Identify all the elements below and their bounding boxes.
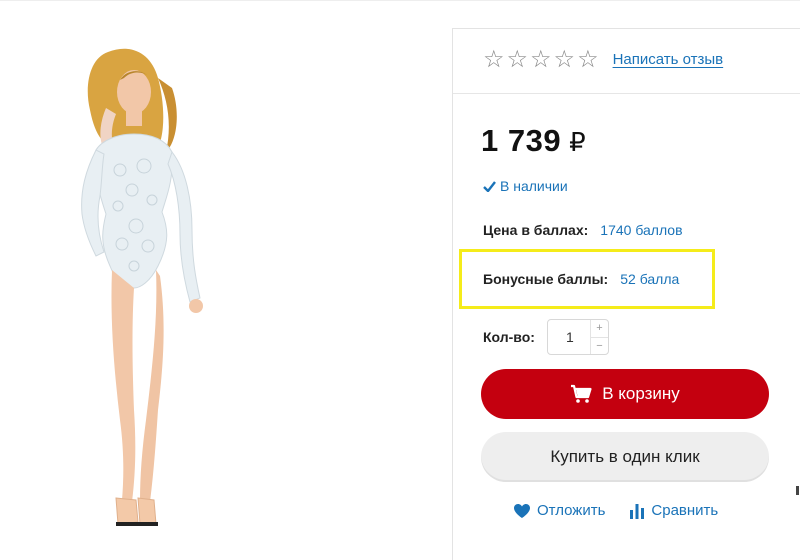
bonus-points-row: Бонусные баллы: 52 балла: [483, 271, 679, 287]
points-price-value: 1740 баллов: [600, 222, 683, 238]
bar-chart-icon: [630, 503, 645, 519]
quantity-row: Кол-во: 1 + −: [483, 319, 609, 355]
add-to-cart-label: В корзину: [602, 384, 680, 403]
price: 1 739 ₽: [481, 123, 586, 159]
cart-icon: [571, 384, 592, 403]
quantity-label: Кол-во:: [483, 329, 535, 345]
star-icon[interactable]: ☆: [554, 47, 576, 71]
product-image-area: [0, 0, 440, 560]
points-price-label: Цена в баллах:: [483, 222, 589, 238]
quantity-decrease-button[interactable]: −: [590, 337, 608, 354]
star-icon[interactable]: ☆: [483, 47, 505, 71]
star-icon[interactable]: ☆: [577, 47, 599, 71]
bonus-points-label: Бонусные баллы:: [483, 271, 609, 287]
compare-label: Сравнить: [651, 502, 719, 519]
compare-link[interactable]: Сравнить: [629, 502, 718, 519]
quantity-buttons: + −: [589, 320, 608, 354]
write-review-link[interactable]: Написать отзыв: [613, 51, 724, 68]
quantity-stepper[interactable]: 1 + −: [546, 319, 609, 355]
star-icon[interactable]: ☆: [530, 47, 552, 71]
check-icon: [483, 180, 496, 192]
rating-stars[interactable]: ☆ ☆ ☆ ☆ ☆: [483, 47, 599, 71]
points-price-row: Цена в баллах: 1740 баллов: [483, 222, 683, 238]
buy-one-click-label: Купить в один клик: [550, 447, 700, 466]
price-value: 1 739: [481, 123, 562, 158]
quantity-increase-button[interactable]: +: [591, 320, 608, 337]
stock-status: В наличии: [483, 178, 568, 194]
defer-label: Отложить: [537, 502, 606, 519]
product-image[interactable]: [40, 30, 240, 540]
defer-link[interactable]: Отложить: [513, 502, 605, 519]
edge-fragment: [796, 486, 799, 495]
buy-one-click-button[interactable]: Купить в один клик: [481, 432, 769, 482]
add-to-cart-button[interactable]: В корзину: [481, 369, 769, 419]
currency-symbol: ₽: [569, 127, 587, 157]
divider: [453, 93, 800, 94]
product-info-panel: ☆ ☆ ☆ ☆ ☆ Написать отзыв 1 739 ₽ В налич…: [452, 28, 800, 560]
quantity-input[interactable]: 1: [548, 320, 592, 354]
rating-row: ☆ ☆ ☆ ☆ ☆ Написать отзыв: [483, 47, 723, 71]
stock-text: В наличии: [500, 178, 568, 194]
product-actions: Отложить Сравнить: [513, 502, 718, 519]
star-icon[interactable]: ☆: [507, 47, 529, 71]
bonus-points-value: 52 балла: [620, 271, 680, 287]
heart-icon: [514, 503, 530, 518]
